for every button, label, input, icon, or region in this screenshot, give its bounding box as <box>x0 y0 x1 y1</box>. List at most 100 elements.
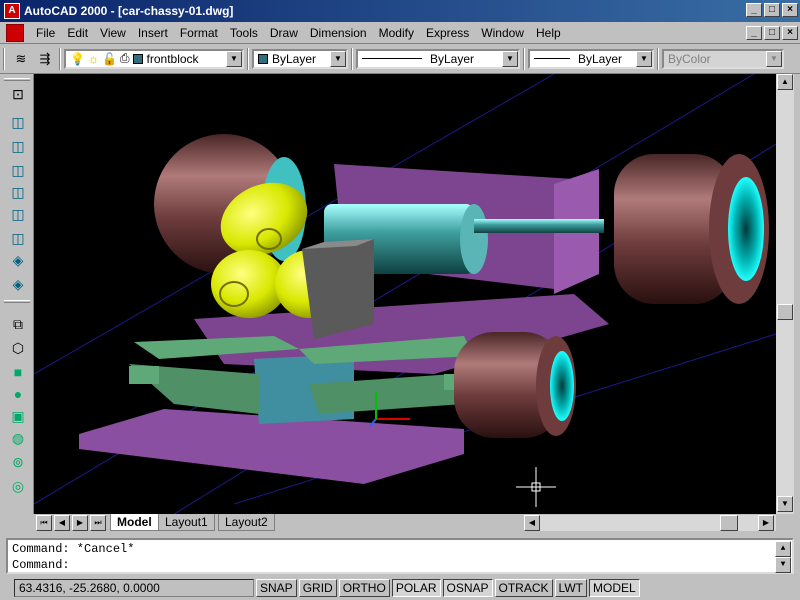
layout-tab-row: ⏮ ◀ ▶ ⏭ Model Layout1 Layout2 ◀ ▶ <box>34 514 794 532</box>
color-value: ByLayer <box>272 51 317 66</box>
menu-view[interactable]: View <box>94 26 132 40</box>
camera-icon[interactable]: ⧉ <box>8 314 28 334</box>
cone-icon[interactable]: ◫ <box>8 160 28 180</box>
cylinder-icon[interactable]: ◫ <box>8 204 28 224</box>
toolbar-grip[interactable] <box>3 47 5 70</box>
color-swatch <box>258 53 268 64</box>
layer-combo[interactable]: 💡 ☼ 🔓 ⎙ frontblock ▼ <box>64 48 244 69</box>
front-right-rim <box>550 351 574 421</box>
command-prompt[interactable]: Command: <box>12 557 70 573</box>
tab-layout2[interactable]: Layout2 <box>218 514 275 531</box>
menu-help[interactable]: Help <box>530 26 567 40</box>
view-icon[interactable]: ◈ <box>8 274 28 294</box>
layer-color-swatch <box>132 53 143 64</box>
toolbar-divider <box>523 47 525 70</box>
autocad-logo-icon[interactable]: A <box>4 3 20 19</box>
orbit-icon[interactable]: ⊚ <box>8 452 28 472</box>
coordinate-display[interactable]: 63.4316, -25.2680, 0.0000 <box>14 579 254 597</box>
status-toggle-otrack[interactable]: OTRACK <box>494 579 553 597</box>
scroll-thumb[interactable] <box>777 304 793 320</box>
toolbar-divider <box>247 47 249 70</box>
tab-layout1[interactable]: Layout1 <box>158 514 215 531</box>
lightbulb-icon: 💡 <box>70 51 85 66</box>
color-combo[interactable]: ByLayer ▼ <box>252 48 348 69</box>
menu-window[interactable]: Window <box>475 26 530 40</box>
doc-minimize-button[interactable]: _ <box>746 26 762 40</box>
plotstyle-combo[interactable]: ByColor ▼ <box>662 48 784 69</box>
status-bar: 63.4316, -25.2680, 0.0000 SNAP GRID ORTHO P… <box>0 576 800 600</box>
doc-close-button[interactable]: × <box>782 26 798 40</box>
linetype-value: ByLayer <box>430 51 475 66</box>
next-tab-button[interactable]: ▶ <box>72 515 88 531</box>
menu-draw[interactable]: Draw <box>264 26 304 40</box>
toolbar-grip[interactable] <box>4 300 30 303</box>
linetype-preview <box>362 58 422 59</box>
solid-icon[interactable]: ◈ <box>8 250 28 270</box>
wedge-icon[interactable]: ◫ <box>8 136 28 156</box>
prev-tab-button[interactable]: ◀ <box>54 515 70 531</box>
vertical-scrollbar[interactable]: ▲ ▼ <box>776 74 794 514</box>
maximize-button[interactable]: □ <box>764 3 780 17</box>
chevron-down-icon[interactable]: ▼ <box>766 50 782 67</box>
tab-model[interactable]: Model <box>110 514 159 531</box>
menu-edit[interactable]: Edit <box>61 26 94 40</box>
menu-dimension[interactable]: Dimension <box>304 26 373 40</box>
horizontal-scrollbar[interactable]: ◀ ▶ <box>524 515 776 531</box>
target-icon[interactable]: ◎ <box>8 476 28 496</box>
scroll-left-button[interactable]: ◀ <box>524 515 540 531</box>
zoom-extents-icon[interactable]: ⊡ <box>8 84 28 104</box>
status-toggle-model[interactable]: MODEL <box>588 579 640 597</box>
lock-icon: 🔓 <box>101 51 117 66</box>
linetype-combo[interactable]: ByLayer ▼ <box>356 48 520 69</box>
lineweight-value: ByLayer <box>578 51 623 66</box>
suspension-block-left <box>129 366 159 384</box>
status-toggle-polar[interactable]: POLAR <box>391 579 441 597</box>
close-button[interactable]: × <box>782 3 798 17</box>
status-toggle-lwt[interactable]: LWT <box>554 579 587 597</box>
cube-icon[interactable]: ⬡ <box>8 338 28 358</box>
menu-express[interactable]: Express <box>420 26 475 40</box>
chevron-down-icon[interactable]: ▼ <box>330 50 346 67</box>
toolbar-divider <box>657 47 659 70</box>
crosshair-cursor <box>516 467 556 507</box>
command-window[interactable]: Command: *Cancel* Command: ▲ ▼ <box>6 538 794 574</box>
scroll-right-button[interactable]: ▶ <box>758 515 774 531</box>
toolbar-grip[interactable] <box>4 78 30 81</box>
chevron-down-icon[interactable]: ▼ <box>226 50 242 67</box>
last-tab-button[interactable]: ⏭ <box>90 515 106 531</box>
sun-icon: ☼ <box>87 51 99 66</box>
status-toggle-ortho[interactable]: ORTHO <box>338 579 390 597</box>
layer-manager-icon[interactable]: ≋ <box>10 48 32 70</box>
h-scroll-thumb[interactable] <box>720 515 738 531</box>
globe-icon[interactable]: ◍ <box>8 428 28 448</box>
cmd-scroll-up-button[interactable]: ▲ <box>775 541 791 557</box>
torus-icon[interactable]: ◫ <box>8 228 28 248</box>
green-box-icon[interactable]: ■ <box>8 362 28 382</box>
layer-value: frontblock <box>146 51 199 66</box>
status-toggle-snap[interactable]: SNAP <box>256 579 297 597</box>
make-object-layer-current-icon[interactable]: ⇶ <box>34 48 56 70</box>
scroll-down-button[interactable]: ▼ <box>777 496 793 512</box>
cmd-scroll-down-button[interactable]: ▼ <box>775 557 791 573</box>
scroll-up-button[interactable]: ▲ <box>777 74 793 90</box>
green-cube-icon[interactable]: ▣ <box>8 406 28 426</box>
doc-restore-button[interactable]: □ <box>764 26 780 40</box>
menu-tools[interactable]: Tools <box>224 26 264 40</box>
status-toggle-osnap[interactable]: OSNAP <box>442 579 493 597</box>
menu-insert[interactable]: Insert <box>132 26 174 40</box>
lineweight-combo[interactable]: ByLayer ▼ <box>528 48 654 69</box>
solids-toolbar: ⊡ ◫ ◫ ◫ ◫ ◫ ◫ ◈ ◈ ⧉ ⬡ ■ ● ▣ ◍ ⊚ ◎ <box>0 74 34 514</box>
box-icon[interactable]: ◫ <box>8 112 28 132</box>
menu-format[interactable]: Format <box>174 26 224 40</box>
menu-modify[interactable]: Modify <box>373 26 420 40</box>
status-toggle-grid[interactable]: GRID <box>298 579 337 597</box>
menu-file[interactable]: File <box>30 26 61 40</box>
chevron-down-icon[interactable]: ▼ <box>636 50 652 67</box>
document-icon[interactable] <box>6 23 24 42</box>
first-tab-button[interactable]: ⏮ <box>36 515 52 531</box>
minimize-button[interactable]: _ <box>746 3 762 17</box>
green-sphere-icon[interactable]: ● <box>8 384 28 404</box>
chevron-down-icon[interactable]: ▼ <box>502 50 518 67</box>
drawing-viewport[interactable] <box>34 74 776 514</box>
sphere-icon[interactable]: ◫ <box>8 182 28 202</box>
